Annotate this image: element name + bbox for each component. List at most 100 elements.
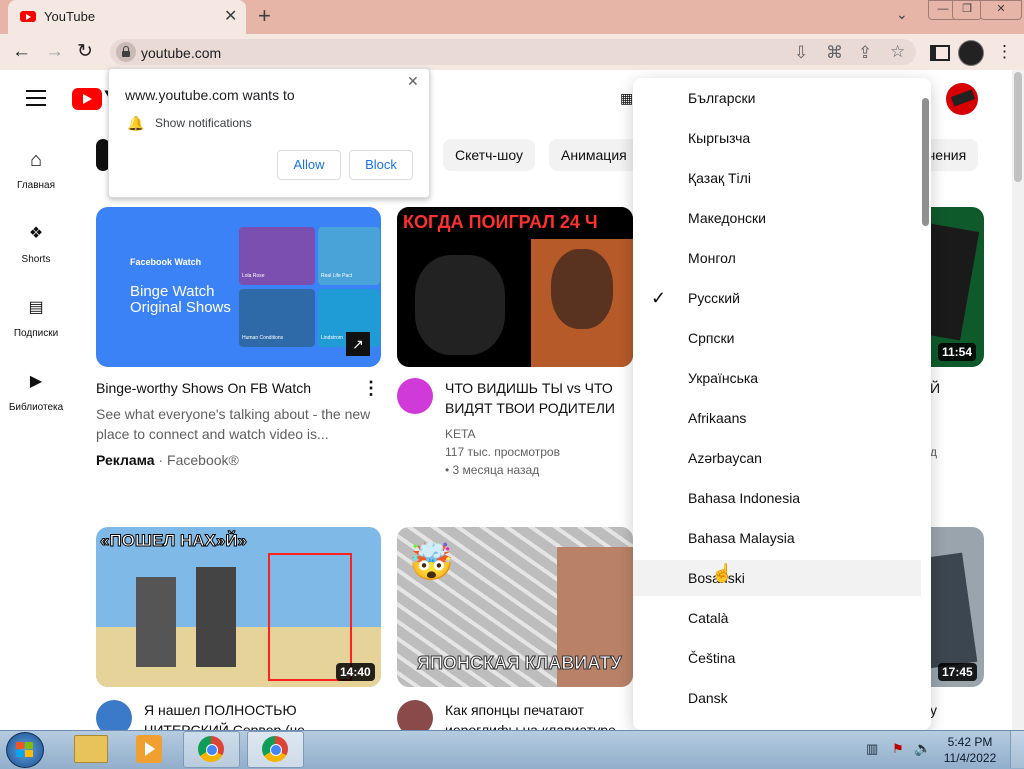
allow-button[interactable]: Allow [277, 150, 341, 180]
language-item[interactable]: Български [633, 80, 921, 116]
browser-profile-avatar[interactable] [958, 40, 984, 66]
language-item-hovered[interactable]: Bosanski [633, 560, 921, 596]
channel-avatar[interactable] [96, 700, 132, 730]
language-menu-scrollbar[interactable] [922, 98, 929, 226]
language-item[interactable]: Dansk [633, 680, 921, 716]
video-thumbnail[interactable]: «ПОШЕЛ НАХ»Й» 14:40 [96, 527, 381, 687]
tab-search-chevron-icon[interactable]: ⌄ [896, 6, 908, 23]
share-icon[interactable]: ⇪ [858, 43, 872, 63]
thumbnail-text: Facebook Watch [130, 257, 202, 267]
video-title[interactable]: Как японцы печатают [445, 700, 584, 720]
thumbnail-text: Lindstrom [321, 335, 343, 341]
user-avatar[interactable] [946, 83, 978, 115]
lock-icon[interactable] [116, 42, 136, 62]
channel-name[interactable]: KETA [445, 425, 475, 443]
bookmark-star-icon[interactable]: ☆ [890, 42, 905, 62]
video-title[interactable]: ЧИТЕРСКИЙ Сервер (че [144, 720, 305, 730]
chip-sketch[interactable]: Скетч-шоу [443, 139, 535, 171]
youtube-logo-icon[interactable] [72, 88, 102, 110]
library-icon: ▶ [29, 373, 43, 390]
new-tab-button[interactable]: + [258, 3, 271, 29]
back-arrow-icon[interactable]: ← [12, 41, 31, 63]
video-title[interactable]: иероглифы на клавиатуре [445, 720, 616, 730]
language-item[interactable]: Azərbaycan [633, 440, 921, 476]
forward-arrow-icon[interactable]: → [45, 41, 64, 63]
language-item[interactable]: Català [633, 600, 921, 636]
popup-title: www.youtube.com wants to [125, 87, 295, 103]
language-item[interactable]: Српски [633, 320, 921, 356]
system-clock[interactable]: 5:42 PM 11/4/2022 [940, 734, 1000, 766]
translate-icon[interactable]: ⌘ [826, 43, 843, 63]
taskbar-chrome-button[interactable] [183, 731, 240, 768]
video-title[interactable]: у [930, 700, 937, 720]
language-item[interactable]: Монгол [633, 240, 921, 276]
thumbnail-text: Binge Watch [130, 283, 215, 300]
sidebar-item-label: Подписки [13, 328, 59, 339]
language-item[interactable]: Bahasa Malaysia [633, 520, 921, 556]
language-item[interactable]: Македонски [633, 200, 921, 236]
block-button[interactable]: Block [349, 150, 413, 180]
url-text[interactable]: youtube.com [141, 45, 221, 61]
language-label: Қазақ Тілі [688, 170, 751, 186]
video-thumbnail[interactable]: Facebook Watch Binge Watch Original Show… [96, 207, 381, 367]
shorts-icon: ❖ [28, 225, 44, 242]
volume-icon[interactable]: 🔈 [914, 740, 931, 757]
side-panel-icon[interactable] [930, 45, 950, 61]
language-item[interactable]: Кыргызча [633, 120, 921, 156]
media-player-icon[interactable] [136, 735, 162, 763]
keyboard-icon[interactable]: ▦ [620, 90, 633, 107]
start-button[interactable] [6, 732, 44, 768]
language-item[interactable]: Українська [633, 360, 921, 396]
popup-close-icon[interactable]: ✕ [407, 73, 419, 90]
show-desktop-button[interactable] [1010, 731, 1024, 768]
channel-avatar[interactable] [397, 378, 433, 414]
checkmark-icon: ✓ [651, 288, 667, 308]
install-app-icon[interactable]: ⇩ [794, 43, 808, 63]
hamburger-menu-icon[interactable] [26, 90, 46, 106]
tab-close-icon[interactable]: ✕ [224, 6, 237, 26]
window-close-button[interactable]: ✕ [980, 0, 1022, 20]
view-count: 117 тыс. просмотров [445, 445, 560, 459]
language-label: Български [688, 90, 756, 106]
thumbnail-highlight [268, 553, 352, 681]
network-icon[interactable]: ▥ [866, 741, 878, 757]
page-scrollbar-thumb[interactable] [1014, 72, 1022, 182]
more-options-icon[interactable]: ⋮ [362, 378, 380, 399]
sidebar-item-shorts[interactable]: ❖ Shorts [0, 222, 72, 265]
channel-avatar[interactable] [397, 700, 433, 730]
browser-menu-icon[interactable]: ⋮ [996, 42, 1013, 62]
thumbnail-figure [196, 567, 236, 667]
sidebar-item-library[interactable]: ▶ Библиотека [0, 370, 72, 413]
bell-icon: 🔔 [127, 115, 145, 131]
video-title[interactable]: Я нашел ПОЛНОСТЬЮ [144, 700, 297, 720]
thumbnail-text: Real Life Pact [321, 273, 353, 279]
language-item[interactable]: Čeština [633, 640, 921, 676]
action-center-icon[interactable]: ⚑ [892, 741, 904, 757]
reload-icon[interactable]: ↻ [77, 40, 93, 63]
thumbnail-text: Human Conditions [242, 335, 284, 341]
video-thumbnail[interactable]: 🤯 ЯПОНСКАЯ КЛАВИАТУ [397, 527, 633, 687]
file-explorer-icon[interactable] [74, 735, 108, 763]
language-item-selected[interactable]: ✓ Русский [633, 280, 921, 316]
video-title[interactable]: Й [930, 378, 940, 398]
language-item[interactable]: Afrikaans [633, 400, 921, 436]
language-label: Монгол [688, 250, 736, 266]
thumbnail-person [531, 239, 633, 367]
language-item[interactable]: Bahasa Indonesia [633, 480, 921, 516]
sidebar-item-home[interactable]: ⌂ Главная [0, 148, 72, 191]
thumbnail-text: КОГДА ПОИГРАЛ 24 Ч [403, 212, 598, 232]
video-title[interactable]: Binge-worthy Shows On FB Watch [96, 378, 311, 398]
browser-tab[interactable]: YouTube ✕ [8, 0, 246, 34]
sidebar-item-subscriptions[interactable]: ▤ Подписки [0, 296, 72, 339]
clock-date: 11/4/2022 [943, 751, 997, 765]
maximize-button[interactable]: ❐ [952, 0, 982, 20]
taskbar-chrome-active-button[interactable] [247, 731, 304, 768]
sidebar-item-label: Библиотека [8, 402, 64, 413]
chip-animation[interactable]: Анимация [549, 139, 639, 171]
language-item[interactable]: Қазақ Тілі [633, 160, 921, 196]
video-title[interactable]: ЧТО ВИДИШЬ ТЫ vs ЧТО [445, 378, 613, 398]
video-thumbnail[interactable]: КОГДА ПОИГРАЛ 24 Ч [397, 207, 633, 367]
video-title[interactable]: ВИДЯТ ТВОИ РОДИТЕЛИ [445, 398, 615, 418]
thumbnail-tile: Lola Rose [239, 227, 315, 285]
language-label: Català [688, 610, 729, 626]
